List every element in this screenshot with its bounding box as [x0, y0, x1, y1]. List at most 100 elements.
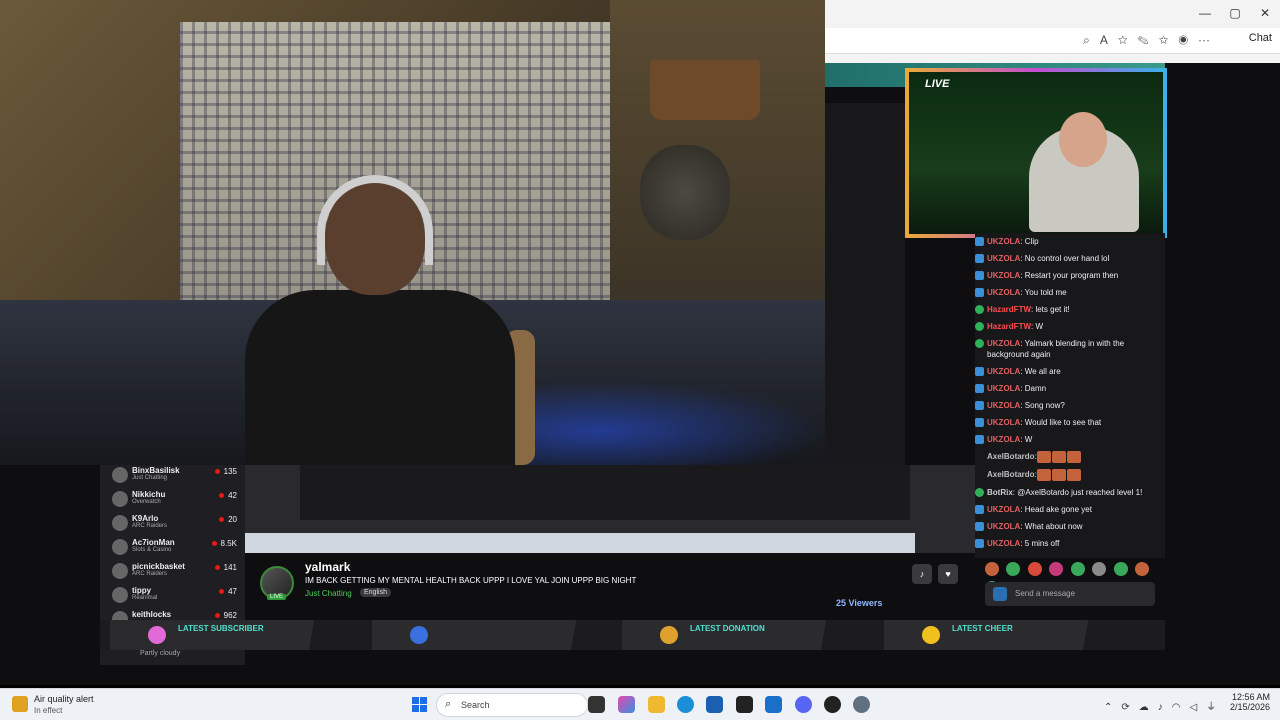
chat-message: HazardFTW: lets get it! — [975, 301, 1165, 318]
obs-icon[interactable] — [824, 696, 841, 713]
chat-username[interactable]: UKZOLA — [987, 505, 1020, 514]
dropbox-icon[interactable] — [736, 696, 753, 713]
close-button[interactable]: ✕ — [1250, 6, 1280, 20]
latest-donation-label: LATEST DONATION — [690, 624, 765, 633]
chat-badge-icon — [975, 505, 984, 514]
chat-badge-icon — [975, 401, 984, 410]
chat-username[interactable]: HazardFTW — [987, 305, 1031, 314]
chat-badge-icon — [975, 254, 984, 263]
alerts-overlay-bar: LATEST SUBSCRIBER LATEST DONATION LATEST… — [100, 620, 1165, 650]
chat-username[interactable]: UKZOLA — [987, 384, 1020, 393]
file-explorer-icon[interactable] — [648, 696, 665, 713]
chat-username[interactable]: UKZOLA — [987, 401, 1020, 410]
alert-icon — [12, 696, 28, 712]
chat-text: : Song now? — [1020, 401, 1065, 410]
chat-username[interactable]: UKZOLA — [987, 254, 1020, 263]
chat-text: : Damn — [1020, 384, 1047, 393]
chat-input[interactable]: Send a message — [985, 582, 1155, 606]
emote-bar[interactable] — [985, 562, 1165, 595]
chat-username[interactable]: HazardFTW — [987, 322, 1031, 331]
edge-icon[interactable] — [677, 696, 694, 713]
chat-text: : W — [1031, 322, 1043, 331]
emote-icon[interactable] — [1113, 562, 1128, 576]
maximize-button[interactable]: ▢ — [1220, 6, 1250, 20]
outlook-icon[interactable] — [765, 696, 782, 713]
store-icon[interactable] — [706, 696, 723, 713]
chat-text: : lets get it! — [1031, 305, 1070, 314]
chat-username[interactable]: AxelBotardo — [987, 470, 1035, 479]
system-tray[interactable]: ⌃⟳☁♪◠◁⏚ — [1104, 698, 1225, 713]
copilot-chat-button[interactable]: Chat — [1249, 32, 1272, 44]
chat-username[interactable]: AxelBotardo — [987, 452, 1035, 461]
chat-username[interactable]: UKZOLA — [987, 418, 1020, 427]
emote-icon[interactable] — [1049, 562, 1064, 576]
streamer-name[interactable]: yalmark — [305, 560, 350, 574]
notification-bell-button[interactable]: ♪ — [912, 564, 932, 584]
guest-cam: LIVE — [905, 68, 1167, 238]
chat-username[interactable]: UKZOLA — [987, 237, 1020, 246]
following-item[interactable]: Nikkichu Overwatch 42 — [100, 489, 245, 513]
emote-icon[interactable] — [1070, 562, 1085, 576]
clock-time: 12:56 AM — [1231, 692, 1270, 702]
emote-icon[interactable] — [1135, 562, 1150, 576]
copilot-icon[interactable] — [618, 696, 635, 713]
chat-message: UKZOLA: W — [975, 431, 1165, 448]
chat-badge-icon[interactable] — [993, 587, 1007, 601]
chat-username[interactable]: UKZOLA — [987, 339, 1020, 348]
following-item[interactable]: Ac7ionMan Slots & Casino 8.5K — [100, 537, 245, 561]
weather-alert-widget[interactable]: Air quality alert In effect — [12, 693, 122, 717]
address-bar[interactable]: ⌕A☆✎✩◉⋯ Chat — [825, 28, 1280, 54]
emote-icon[interactable] — [1092, 562, 1107, 576]
chat-text: : You told me — [1020, 288, 1067, 297]
chat-text: : Would like to see that — [1020, 418, 1102, 427]
emote-icon[interactable] — [985, 562, 999, 576]
chat-username[interactable]: UKZOLA — [987, 539, 1020, 548]
chat-message: AxelBotardo: — [975, 466, 1165, 484]
following-item[interactable]: K9Arlo ARC Raiders 20 — [100, 513, 245, 537]
chat-label: Chat — [1248, 32, 1272, 44]
task-view-icon[interactable] — [588, 696, 605, 713]
chat-username[interactable]: UKZOLA — [987, 435, 1020, 444]
viewer-count: 47 — [219, 587, 237, 596]
streamer-person — [245, 170, 515, 465]
viewer-count: 962 — [215, 611, 237, 620]
chat-text: : @AxelBotardo just reached level 1! — [1012, 488, 1143, 497]
following-item[interactable]: BinxBasilisk Just Chatting 135 — [100, 465, 245, 489]
emote-icon — [1051, 469, 1066, 481]
viewer-count: 42 — [219, 491, 237, 500]
chat-message: AxelBotardo: — [975, 448, 1165, 466]
following-item[interactable]: tippy Reanimal 47 — [100, 585, 245, 609]
chat-badge-icon — [975, 339, 984, 348]
language-tag[interactable]: English — [360, 588, 391, 597]
alert-title: Air quality alert — [34, 694, 94, 704]
discord-icon[interactable] — [795, 696, 812, 713]
following-item[interactable]: picnickbasket ARC Raiders 141 — [100, 561, 245, 585]
emote-icon[interactable] — [1027, 562, 1042, 576]
start-button[interactable] — [412, 697, 427, 712]
chat-username[interactable]: BotRix — [987, 488, 1013, 497]
latest-follower-segment — [372, 620, 622, 650]
star-icon — [148, 626, 166, 644]
chat-username[interactable]: UKZOLA — [987, 367, 1020, 376]
emote-icon — [1066, 469, 1081, 481]
chat-message: UKZOLA: You told me — [975, 284, 1165, 301]
minimize-button[interactable]: — — [1190, 6, 1220, 20]
chat-message: UKZOLA: Restart your program then — [975, 267, 1165, 284]
toolbar-icons[interactable]: ⌕A☆✎✩◉⋯ — [1083, 33, 1220, 48]
apple-decoration — [640, 145, 730, 240]
chat-message: UKZOLA: We all are — [975, 363, 1165, 380]
live-badge: LIVE — [267, 594, 287, 600]
emote-icon[interactable] — [1006, 562, 1021, 576]
settings-icon[interactable] — [853, 696, 870, 713]
taskbar-search[interactable]: ⌕ Search — [436, 693, 588, 717]
clock[interactable]: 12:56 AM 2/15/2026 — [1222, 692, 1270, 712]
chat-username[interactable]: UKZOLA — [987, 271, 1020, 280]
stream-category[interactable]: Just Chatting — [305, 589, 352, 598]
follow-heart-button[interactable]: ♥ — [938, 564, 958, 584]
chat-badge-icon — [975, 271, 984, 280]
chat-username[interactable]: UKZOLA — [987, 288, 1020, 297]
avatar — [112, 587, 128, 603]
chat-text: : 5 mins off — [1020, 539, 1060, 548]
chat-username[interactable]: UKZOLA — [987, 522, 1020, 531]
chat-badge-icon — [975, 435, 984, 444]
